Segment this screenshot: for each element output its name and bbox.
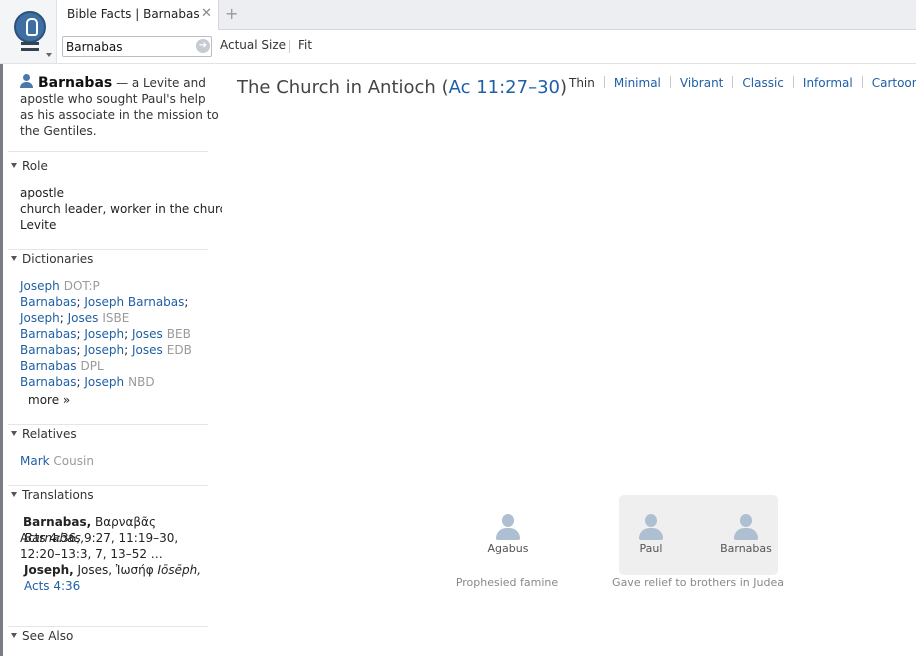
dictionary-entry: Barnabas DPL [20,358,104,374]
translation-joseph-refs[interactable]: Acts 4:36 [24,579,80,593]
section-relatives-header[interactable]: Relatives [11,427,77,441]
lightbulb-icon [14,11,46,43]
event-caption: Prophesied famine [455,576,559,589]
translation-joseph: Joseph, Joses, Ἰωσήφ Iōsēph, Acts 4:36 [24,563,202,593]
actual-size-button[interactable]: Actual Size [220,38,286,52]
divider [8,626,208,627]
dictionary-link[interactable]: Joseph [84,375,124,389]
divider [8,424,208,425]
style-option-minimal[interactable]: Minimal [614,76,661,90]
relative-item: Mark Cousin [20,453,94,469]
dictionary-link[interactable]: Joses [68,311,99,325]
person-avatar-icon[interactable] [734,514,758,544]
translation-barnabas-refs[interactable]: Acts 4:36, 9:27, 11:19–30, 12:20–13:3, 7… [20,530,220,562]
dictionary-source: ISBE [102,311,130,325]
tab-bible-facts[interactable]: Bible Facts | Barnabas ✕ [57,0,219,30]
divider [8,485,208,486]
collapse-triangle-icon [11,256,17,261]
tab-strip: Bible Facts | Barnabas ✕ + [57,0,916,30]
node-agabus[interactable]: Agabus [481,542,535,555]
collapse-triangle-icon [11,492,17,497]
style-divider [603,76,605,88]
event-caption: Gave relief to brothers in Judea [612,576,784,589]
role-item: apostle [20,186,64,200]
app-menu-icon[interactable] [0,0,57,64]
collapse-triangle-icon [11,431,17,436]
search-input[interactable] [62,36,212,57]
node-barnabas[interactable]: Barnabas [716,542,776,555]
style-option-vibrant[interactable]: Vibrant [680,76,724,90]
go-arrow-icon[interactable]: ➔ [196,39,210,53]
dictionary-entry: Barnabas; Joseph NBD [20,375,155,389]
dictionary-link[interactable]: Barnabas [20,327,77,341]
dictionary-entry: Joseph; Joses ISBE [20,311,130,325]
dictionary-entry: Barnabas; Joseph; Joses EDB [20,343,192,357]
dictionary-link[interactable]: Barnabas [20,295,77,309]
dictionary-link[interactable]: Joses [132,343,163,357]
section-translations-header[interactable]: Translations [11,488,94,502]
style-selector: Thin Minimal Vibrant Classic Informal Cartoon [569,76,916,90]
chevron-down-icon [46,53,52,57]
style-divider [732,76,734,88]
relative-link[interactable]: Mark [20,454,50,468]
dictionary-source: BEB [166,327,191,341]
dictionary-source: DPL [80,359,104,373]
scripture-reference-link[interactable]: Ac 11:27–30 [449,77,560,98]
divider [8,151,208,152]
tab-title: Bible Facts | Barnabas [67,7,200,21]
style-divider [861,76,863,88]
style-divider [669,76,671,88]
dictionary-link[interactable]: Barnabas [20,343,77,357]
person-avatar-icon[interactable] [496,514,520,544]
dictionary-link[interactable]: Barnabas [20,375,77,389]
person-name: Barnabas [38,75,113,91]
style-divider [792,76,794,88]
dictionary-link[interactable]: Joseph Barnabas [84,295,184,309]
fit-button[interactable]: Fit [298,38,312,52]
page-title: The Church in Antioch (Ac 11:27–30) [237,77,568,98]
dictionary-source: NBD [128,375,155,389]
new-tab-icon[interactable]: + [225,4,238,23]
person-icon [20,74,33,88]
sidebar: Barnabas — a Levite and apostle who soug… [0,64,222,656]
node-paul[interactable]: Paul [626,542,676,555]
style-option-informal[interactable]: Informal [803,76,853,90]
role-item: Levite [20,218,57,232]
dictionary-source: DOT:P [63,279,100,293]
section-see-also-header[interactable]: See Also [11,629,73,643]
dictionary-entry: Barnabas; Joseph; Joses BEB [20,327,191,341]
relative-relation: Cousin [53,454,94,468]
close-icon[interactable]: ✕ [201,6,212,21]
toolbar: ➔ Actual Size Fit [57,30,916,64]
person-intro: Barnabas — a Levite and apostle who soug… [20,74,220,139]
dictionary-link[interactable]: Joseph [84,343,124,357]
role-item: church leader, worker in the church [20,202,222,216]
collapse-triangle-icon [11,163,17,168]
section-role-header[interactable]: Role [11,159,48,173]
dictionary-link[interactable]: Joses [132,327,163,341]
person-avatar-icon[interactable] [639,514,663,544]
style-option-classic[interactable]: Classic [742,76,784,90]
dictionary-link[interactable]: Joseph [20,311,60,325]
lightbulb-base-icon [21,42,39,51]
dictionary-link[interactable]: Joseph [84,327,124,341]
dictionary-link[interactable]: Barnabas [20,359,77,373]
toolbar-divider [289,40,290,53]
dictionary-entry: Joseph DOT:P [20,278,100,294]
dictionary-link[interactable]: Joseph [20,279,60,293]
dictionary-source: EDB [166,343,192,357]
dictionary-entry: Barnabas; Joseph Barnabas; [20,295,189,309]
more-link[interactable]: more » [28,392,70,408]
collapse-triangle-icon [11,633,17,638]
divider [8,249,208,250]
section-dictionaries-header[interactable]: Dictionaries [11,252,93,266]
style-option-thin[interactable]: Thin [569,76,595,90]
style-option-cartoon[interactable]: Cartoon [872,76,916,90]
